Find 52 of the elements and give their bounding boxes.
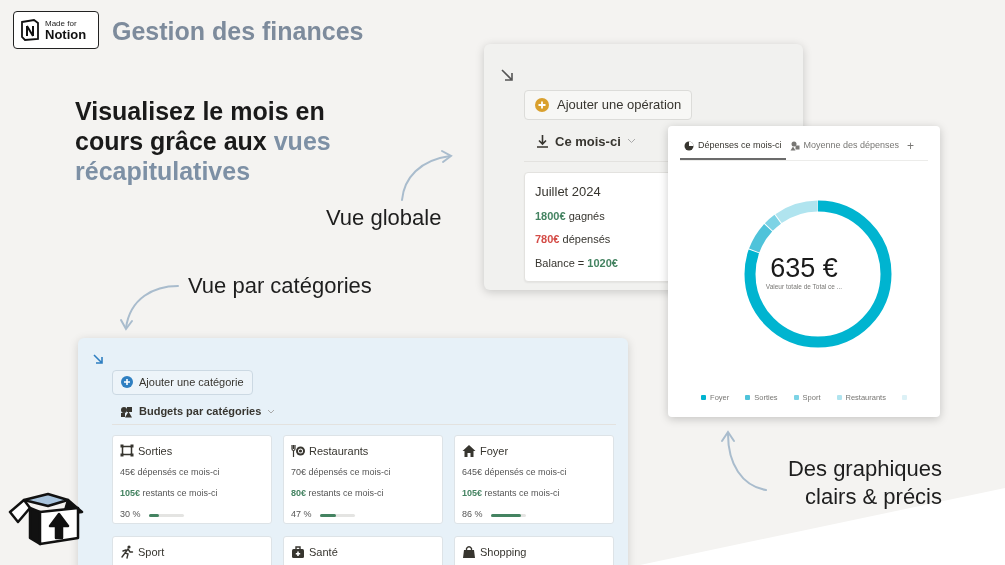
- remaining-text: 105€ restants ce mois-ci: [120, 486, 219, 500]
- spent-text: 45€ dépensés ce mois-ci: [120, 466, 221, 480]
- chevron-down-icon: [267, 409, 276, 414]
- card-title: Sport: [138, 544, 165, 560]
- add-operation-button[interactable]: Ajouter une opération: [524, 90, 693, 120]
- notion-logo-icon: [20, 19, 40, 41]
- chevron-down-icon: [626, 138, 636, 145]
- runner-icon: [120, 545, 134, 559]
- card-title: Sorties: [138, 443, 173, 459]
- add-category-button[interactable]: Ajouter une catégorie: [112, 370, 253, 395]
- annotation-text: Vue globale: [326, 204, 442, 232]
- summary-line: 1800€ gagnés: [535, 208, 606, 224]
- view-selector[interactable]: Budgets par catégories: [120, 403, 276, 420]
- percent-text: 30 %: [120, 508, 141, 522]
- badge-text: Notion: [45, 27, 87, 42]
- dining-icon: [291, 444, 305, 458]
- chart-tab[interactable]: Moyenne des dépenses: [785, 136, 904, 160]
- arrow-icon: [500, 67, 514, 82]
- download-icon: [536, 134, 549, 149]
- pie-chart-icon: [684, 140, 694, 151]
- percent-text: 86 %: [462, 508, 483, 522]
- remaining-text: 105€ restants ce mois-ci: [462, 486, 561, 500]
- curved-arrow: [718, 428, 770, 494]
- card-title: Juillet 2024: [535, 183, 602, 201]
- card-title: Shopping: [480, 544, 527, 560]
- plus-icon: [535, 97, 549, 112]
- headline: Visualisez le mois en cours grâce aux vues récapitulatives: [75, 96, 332, 186]
- shopping-bag-icon: [462, 545, 476, 559]
- summary-line: Balance = 1020€: [535, 255, 619, 271]
- shapes-icon: [789, 140, 800, 151]
- percent-text: 47 %: [291, 508, 312, 522]
- summary-line: 780€ dépensés: [535, 232, 612, 247]
- shapes-icon: [120, 405, 133, 418]
- spent-text: 70€ dépensés ce mois-ci: [291, 466, 392, 480]
- card-title: Foyer: [480, 443, 509, 459]
- card-title: Restaurants: [309, 443, 369, 459]
- card-title: Santé: [309, 544, 338, 560]
- add-tab-button[interactable]: +: [903, 136, 919, 160]
- annotation-text: Vue par catégories: [188, 272, 372, 300]
- total-value: 635 €: [769, 253, 839, 282]
- frame-icon: [120, 444, 134, 458]
- view-selector[interactable]: Ce mois-ci: [536, 131, 636, 151]
- remaining-text: 80€ restants ce mois-ci: [291, 486, 385, 500]
- page-title: Gestion des finances: [112, 16, 364, 47]
- plus-icon: [121, 376, 133, 389]
- badge-text: Made for: [45, 18, 78, 28]
- medical-kit-icon: [291, 545, 305, 559]
- house-icon: [462, 444, 476, 458]
- chart-tab[interactable]: Dépenses ce mois-ci: [680, 136, 786, 160]
- spent-text: 645€ dépensés ce mois-ci: [462, 466, 568, 480]
- arrow-icon: [92, 352, 104, 365]
- annotation-text: Des graphiques clairs & précis: [786, 455, 942, 511]
